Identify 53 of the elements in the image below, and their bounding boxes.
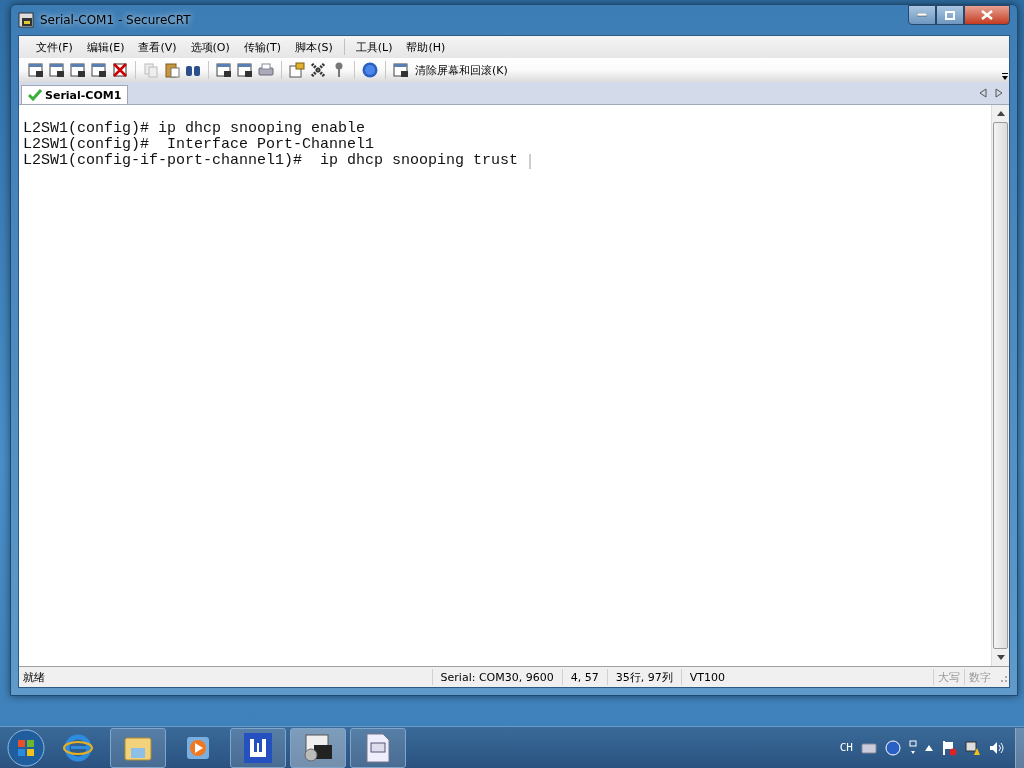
- vertical-scrollbar[interactable]: [991, 105, 1009, 666]
- terminal-line: L2SW1(config-if-port-channel1)# ip dhcp snooping trust: [23, 153, 520, 169]
- speaker-icon[interactable]: [989, 740, 1005, 755]
- scroll-down-icon[interactable]: [996, 655, 1005, 660]
- show-hidden-icons-icon[interactable]: [925, 744, 933, 751]
- toolbar-overflow-icon[interactable]: [1001, 72, 1009, 82]
- language-indicator[interactable]: CH: [839, 741, 853, 754]
- document-icon[interactable]: [365, 732, 391, 763]
- restore-icon[interactable]: [909, 739, 917, 756]
- terminal-app-icon[interactable]: [302, 732, 334, 763]
- paste-icon[interactable]: [163, 61, 181, 79]
- tools-icon[interactable]: [309, 61, 327, 79]
- maximize-button[interactable]: [936, 5, 964, 25]
- start-button[interactable]: [6, 727, 46, 768]
- tab-scroll-left-icon[interactable]: [979, 88, 987, 98]
- browser-icon[interactable]: [63, 732, 93, 763]
- terminal-line: L2SW1(config)# Interface Port-Channel1: [23, 137, 375, 153]
- menu-item[interactable]: 传输(T): [236, 37, 289, 57]
- menu-item[interactable]: 编辑(E): [79, 37, 132, 57]
- tab-scroll-right-icon[interactable]: [995, 88, 1003, 98]
- status-field: 4, 57: [561, 669, 607, 685]
- status-field: VT100: [680, 669, 733, 685]
- terminal-line: L2SW1(config)# ip dhcp snooping enable: [23, 121, 366, 137]
- scroll-up-icon[interactable]: [996, 111, 1005, 116]
- window-title: Serial-COM1 - SecureCRT: [40, 13, 191, 27]
- scroll-thumb[interactable]: [993, 122, 1008, 649]
- clear-screen-button[interactable]: 清除屏幕和回滚(K): [413, 62, 510, 78]
- status-message: 就绪: [22, 669, 46, 685]
- session-tab[interactable]: Serial-COM1: [21, 85, 129, 104]
- checkmark-icon: [28, 89, 42, 101]
- minimize-button[interactable]: [908, 5, 936, 25]
- maximize-icon: [945, 10, 955, 20]
- writer-app-icon[interactable]: [244, 732, 272, 763]
- menu-item[interactable]: 工具(L): [348, 37, 400, 57]
- status-field: 35行, 97列: [606, 669, 681, 685]
- minimize-icon: [917, 13, 927, 17]
- menu-item[interactable]: 帮助(H): [399, 37, 453, 57]
- menu-item[interactable]: 文件(F): [29, 37, 80, 57]
- app-icon: [18, 12, 34, 28]
- disconnect-icon[interactable]: [111, 61, 129, 79]
- menu-item[interactable]: 选项(O): [183, 37, 237, 57]
- menu-item[interactable]: 脚本(S): [288, 37, 340, 57]
- status-field: Serial: COM30, 9600: [431, 669, 562, 685]
- close-icon: [981, 10, 993, 20]
- menu-item[interactable]: 查看(V): [131, 37, 184, 57]
- close-button[interactable]: [964, 5, 1010, 25]
- status-indicator: 数字: [964, 669, 995, 685]
- media-player-icon[interactable]: [185, 734, 211, 761]
- flag-icon[interactable]: [941, 739, 957, 756]
- network-warning-icon[interactable]: [965, 739, 981, 756]
- text-cursor: [529, 153, 532, 169]
- session-options-icon[interactable]: [288, 61, 306, 79]
- status-indicator: 大写: [933, 669, 964, 685]
